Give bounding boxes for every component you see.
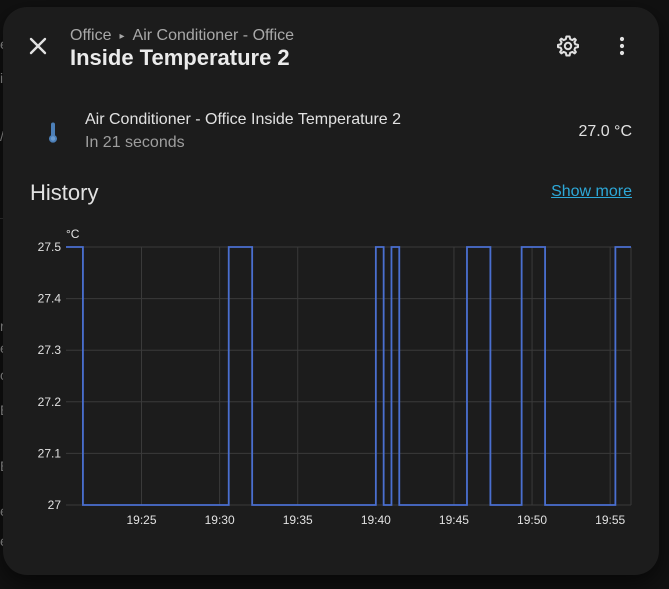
breadcrumb-separator-icon: ▸ [119, 30, 125, 42]
chart-x-tick-label: 19:35 [283, 513, 313, 527]
close-icon [29, 37, 47, 55]
chart-x-tick-label: 19:45 [439, 513, 469, 527]
thermometer-icon [41, 121, 65, 145]
entity-last-updated: In 21 seconds [85, 134, 185, 151]
chart-x-tick-label: 19:40 [361, 513, 391, 527]
breadcrumb-device: Air Conditioner - Office [132, 27, 295, 44]
chart-x-tick-label: 19:50 [517, 513, 547, 527]
chart-y-tick-label: 27 [48, 498, 62, 512]
history-chart[interactable]: °C 27.5 27.4 27.3 27.2 27.1 27 19:25 19:30 19:3… [3, 7, 659, 575]
close-button[interactable] [23, 31, 53, 61]
chart-y-unit-label: °C [66, 227, 80, 241]
settings-button[interactable] [553, 31, 583, 61]
breadcrumb-area: Office [70, 27, 112, 44]
chart-x-tick-label: 19:30 [205, 513, 235, 527]
entity-state: 27.0 °C [578, 123, 632, 140]
entity-row: Air Conditioner - Office Inside Temperat… [3, 103, 659, 163]
gear-icon [557, 35, 579, 57]
entity-name: Air Conditioner - Office Inside Temperat… [85, 111, 402, 128]
chart-y-tick-label: 27.3 [38, 343, 62, 357]
chart-y-tick-label: 27.1 [38, 446, 62, 460]
more-info-dialog: Office ▸ Air Conditioner - Office Inside… [3, 7, 659, 575]
dots-vertical-icon [619, 36, 625, 56]
history-heading: History [30, 180, 99, 205]
chart-x-tick-label: 19:25 [126, 513, 156, 527]
chart-y-tick-label: 27.2 [38, 395, 62, 409]
more-options-button[interactable] [607, 31, 637, 61]
breadcrumb: Office ▸ Air Conditioner - Office [70, 27, 294, 45]
show-more-link[interactable]: Show more [551, 183, 632, 201]
chart-series-line [66, 246, 631, 506]
chart-x-tick-label: 19:55 [595, 513, 625, 527]
chart-y-tick-label: 27.4 [38, 292, 62, 306]
chart-y-tick-label: 27.5 [38, 240, 62, 254]
dialog-title: Inside Temperature 2 [70, 45, 290, 70]
